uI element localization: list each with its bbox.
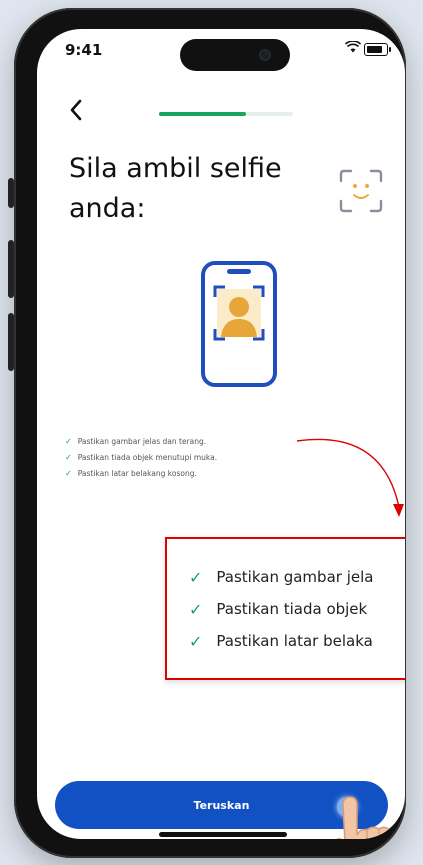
zoom-tip-text: Pastikan tiada objek [216, 600, 368, 618]
zoom-tip-item: ✓ Pastikan tiada objek [189, 593, 373, 625]
zoom-tips-list: ✓ Pastikan gambar jela ✓ Pastikan tiada obj… [189, 561, 373, 657]
zoom-tip-item: ✓ Pastikan latar belaka [189, 625, 373, 657]
annotation-arrow [296, 438, 404, 517]
pointing-hand-icon [336, 796, 400, 839]
volume-up-button [8, 240, 14, 298]
volume-down-button [8, 313, 14, 371]
mute-switch [8, 178, 14, 208]
home-indicator [159, 832, 287, 837]
phone-frame: 9:41 Sila ambil selfie anda: ✓ Pastikan … [8, 8, 406, 858]
zoom-tip-text: Pastikan gambar jela [216, 568, 374, 586]
check-icon: ✓ [189, 567, 203, 587]
screen: 9:41 Sila ambil selfie anda: ✓ Pastikan … [37, 29, 405, 839]
zoom-tip-text: Pastikan latar belaka [216, 632, 373, 650]
check-icon: ✓ [189, 631, 203, 651]
zoom-callout: ✓ Pastikan gambar jela ✓ Pastikan tiada obj… [165, 537, 405, 680]
check-icon: ✓ [189, 599, 203, 619]
zoom-tip-item: ✓ Pastikan gambar jela [189, 561, 373, 593]
